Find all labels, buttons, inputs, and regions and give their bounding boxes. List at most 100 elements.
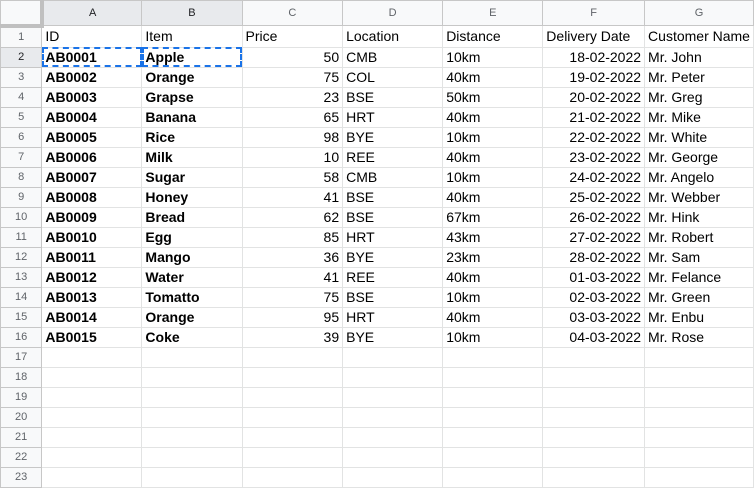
empty-cell[interactable]	[141, 466, 243, 488]
column-header-c[interactable]: C	[241, 0, 344, 26]
empty-cell[interactable]	[41, 346, 143, 368]
empty-cell[interactable]	[644, 346, 754, 368]
cell-price[interactable]: 10	[241, 146, 344, 168]
cell-item[interactable]: Bread	[141, 206, 243, 228]
cell-delivery-date[interactable]: 01-03-2022	[542, 266, 646, 288]
cell-distance[interactable]: 10km	[442, 286, 544, 308]
column-header-b[interactable]: B	[141, 0, 243, 26]
cell-distance[interactable]: 23km	[442, 246, 544, 268]
cell-item[interactable]: Coke	[141, 326, 243, 348]
cell-distance[interactable]: 10km	[442, 166, 544, 188]
cell-id[interactable]: AB0003	[41, 86, 143, 108]
cell-location[interactable]: BYE	[342, 326, 444, 348]
cell-item[interactable]: Orange	[141, 306, 243, 328]
empty-cell[interactable]	[542, 346, 646, 368]
cell-delivery-date[interactable]: 24-02-2022	[542, 166, 646, 188]
cell-distance[interactable]: 40km	[442, 306, 544, 328]
cell-location[interactable]: BSE	[342, 186, 444, 208]
empty-cell[interactable]	[442, 386, 544, 408]
cell-delivery-date[interactable]: 04-03-2022	[542, 326, 646, 348]
column-header-e[interactable]: E	[442, 0, 544, 26]
cell-item[interactable]: Milk	[141, 146, 243, 168]
cell-item[interactable]: Tomatto	[141, 286, 243, 308]
row-header[interactable]: 16	[0, 326, 43, 348]
cell-delivery-date[interactable]: 25-02-2022	[542, 186, 646, 208]
empty-cell[interactable]	[342, 366, 444, 388]
empty-cell[interactable]	[141, 346, 243, 368]
header-cell-delivery-date[interactable]: Delivery Date	[542, 25, 646, 48]
row-header[interactable]: 2	[0, 46, 43, 68]
row-header[interactable]: 18	[0, 366, 43, 388]
cell-distance[interactable]: 43km	[442, 226, 544, 248]
row-header[interactable]: 4	[0, 86, 43, 108]
cell-delivery-date[interactable]: 03-03-2022	[542, 306, 646, 328]
cell-id[interactable]: AB0013	[41, 286, 143, 308]
empty-cell[interactable]	[644, 366, 754, 388]
cell-price[interactable]: 58	[241, 166, 344, 188]
header-cell-distance[interactable]: Distance	[442, 25, 544, 48]
cell-delivery-date[interactable]: 19-02-2022	[542, 66, 646, 88]
cell-id[interactable]: AB0001	[41, 46, 143, 68]
cell-customer-name[interactable]: Mr. Green	[644, 286, 754, 308]
header-cell-price[interactable]: Price	[241, 25, 344, 48]
cell-item[interactable]: Water	[141, 266, 243, 288]
column-header-g[interactable]: G	[644, 0, 754, 26]
cell-item[interactable]: Egg	[141, 226, 243, 248]
cell-item[interactable]: Mango	[141, 246, 243, 268]
cell-distance[interactable]: 10km	[442, 326, 544, 348]
cell-item[interactable]: Apple	[141, 46, 243, 68]
cell-distance[interactable]: 40km	[442, 146, 544, 168]
cell-customer-name[interactable]: Mr. Angelo	[644, 166, 754, 188]
empty-cell[interactable]	[542, 406, 646, 428]
cell-location[interactable]: BSE	[342, 286, 444, 308]
cell-delivery-date[interactable]: 21-02-2022	[542, 106, 646, 128]
cell-id[interactable]: AB0002	[41, 66, 143, 88]
cell-price[interactable]: 75	[241, 66, 344, 88]
empty-cell[interactable]	[542, 426, 646, 448]
cell-item[interactable]: Banana	[141, 106, 243, 128]
cell-delivery-date[interactable]: 27-02-2022	[542, 226, 646, 248]
cell-id[interactable]: AB0010	[41, 226, 143, 248]
empty-cell[interactable]	[41, 446, 143, 468]
cell-id[interactable]: AB0008	[41, 186, 143, 208]
empty-cell[interactable]	[342, 446, 444, 468]
cell-delivery-date[interactable]: 28-02-2022	[542, 246, 646, 268]
cell-delivery-date[interactable]: 18-02-2022	[542, 46, 646, 68]
cell-distance[interactable]: 10km	[442, 46, 544, 68]
empty-cell[interactable]	[241, 446, 344, 468]
empty-cell[interactable]	[542, 466, 646, 488]
cell-price[interactable]: 62	[241, 206, 344, 228]
cell-delivery-date[interactable]: 23-02-2022	[542, 146, 646, 168]
cell-item[interactable]: Grapse	[141, 86, 243, 108]
cell-distance[interactable]: 40km	[442, 266, 544, 288]
header-cell-customer-name[interactable]: Customer Name	[644, 25, 754, 48]
cell-id[interactable]: AB0011	[41, 246, 143, 268]
cell-location[interactable]: HRT	[342, 306, 444, 328]
row-header[interactable]: 5	[0, 106, 43, 128]
cell-location[interactable]: COL	[342, 66, 444, 88]
row-header[interactable]: 3	[0, 66, 43, 88]
cell-item[interactable]: Orange	[141, 66, 243, 88]
cell-customer-name[interactable]: Mr. Rose	[644, 326, 754, 348]
cell-location[interactable]: REE	[342, 146, 444, 168]
cell-distance[interactable]: 40km	[442, 186, 544, 208]
cell-distance[interactable]: 40km	[442, 66, 544, 88]
cell-price[interactable]: 65	[241, 106, 344, 128]
header-cell-location[interactable]: Location	[342, 25, 444, 48]
empty-cell[interactable]	[342, 426, 444, 448]
cell-customer-name[interactable]: Mr. John	[644, 46, 754, 68]
cell-customer-name[interactable]: Mr. Robert	[644, 226, 754, 248]
row-header[interactable]: 23	[0, 466, 43, 488]
cell-location[interactable]: BYE	[342, 126, 444, 148]
cell-customer-name[interactable]: Mr. Mike	[644, 106, 754, 128]
cell-customer-name[interactable]: Mr. Enbu	[644, 306, 754, 328]
cell-id[interactable]: AB0015	[41, 326, 143, 348]
row-header[interactable]: 6	[0, 126, 43, 148]
cell-id[interactable]: AB0012	[41, 266, 143, 288]
empty-cell[interactable]	[141, 366, 243, 388]
cell-location[interactable]: HRT	[342, 226, 444, 248]
row-header[interactable]: 12	[0, 246, 43, 268]
empty-cell[interactable]	[141, 426, 243, 448]
row-header[interactable]: 14	[0, 286, 43, 308]
empty-cell[interactable]	[41, 366, 143, 388]
